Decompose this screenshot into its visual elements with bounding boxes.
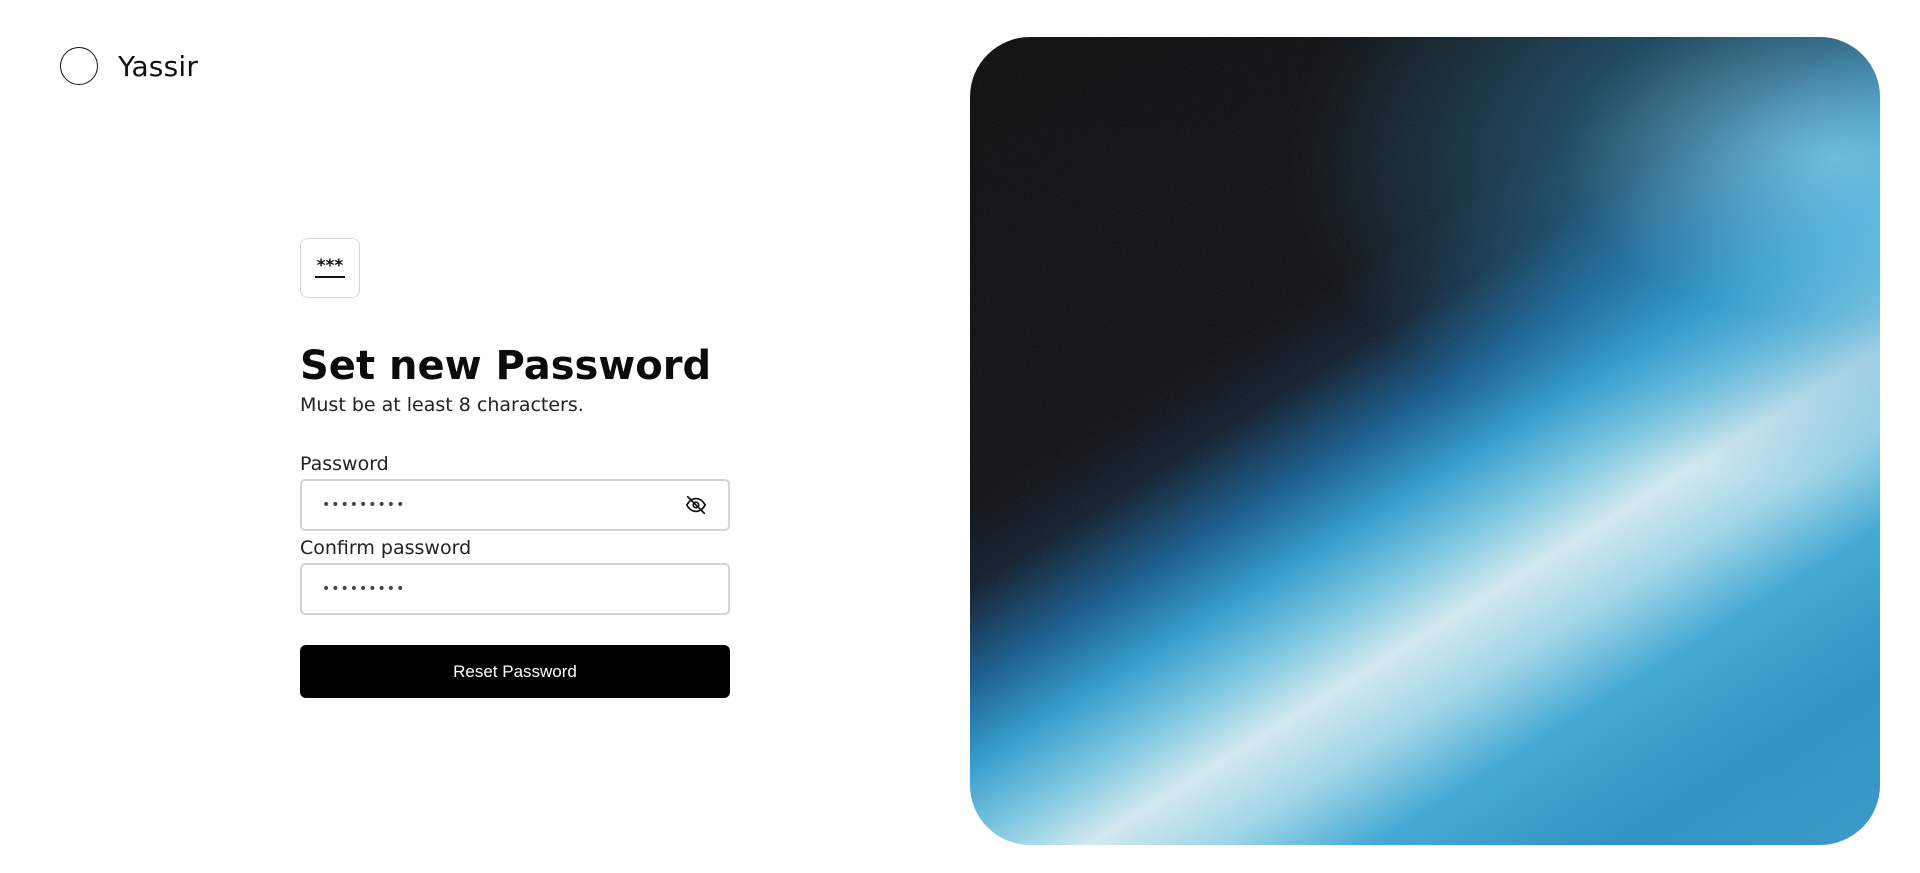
confirm-password-field-wrapper	[300, 563, 730, 615]
reset-password-form: *** Set new Password Must be at least 8 …	[300, 238, 730, 698]
confirm-password-label: Confirm password	[300, 537, 472, 559]
hero-gradient-image	[970, 37, 1880, 845]
brand-logo-icon	[60, 47, 98, 85]
password-input[interactable]	[302, 481, 728, 529]
eye-off-icon[interactable]	[684, 493, 708, 517]
password-asterisks-icon: ***	[300, 238, 360, 298]
page-subtitle: Must be at least 8 characters.	[300, 394, 584, 416]
password-label: Password	[300, 453, 389, 475]
hero-grain-texture	[970, 37, 1880, 845]
password-field-wrapper	[300, 479, 730, 531]
confirm-password-input[interactable]	[302, 565, 728, 613]
reset-password-button[interactable]: Reset Password	[300, 645, 730, 698]
brand-header: Yassir	[60, 47, 198, 85]
reset-password-page: Yassir *** Set new Password Must be at l…	[0, 0, 1920, 873]
asterisks-glyph: ***	[315, 257, 345, 278]
page-title: Set new Password	[300, 343, 712, 389]
svg-text:***: ***	[317, 257, 344, 276]
brand-name: Yassir	[118, 49, 199, 83]
